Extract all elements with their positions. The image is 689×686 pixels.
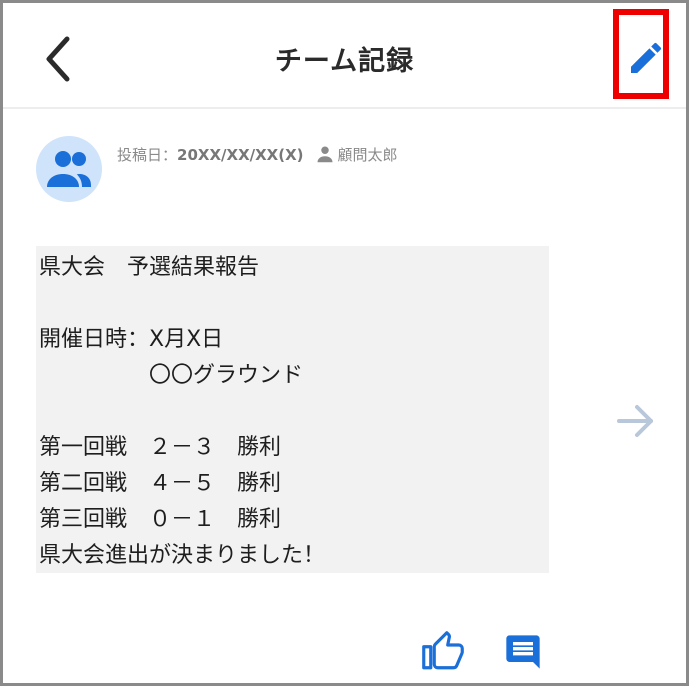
person-icon — [316, 145, 334, 167]
post-body: 県大会 予選結果報告 開催日時：X月X日 〇〇グラウンド 第一回戦 ２－３ 勝利… — [39, 255, 326, 568]
edit-button[interactable] — [613, 9, 669, 99]
post-author: 顧問太郎 — [337, 146, 398, 164]
arrow-right-icon — [617, 405, 653, 437]
header-bar: チーム記録 — [3, 3, 686, 109]
comment-button[interactable] — [503, 631, 543, 673]
comment-icon — [506, 635, 540, 669]
thumbs-up-icon — [422, 631, 464, 670]
post-meta: 投稿日：20XX/XX/XX(X) 顧問太郎 — [117, 144, 398, 167]
date-label: 投稿日： — [117, 146, 178, 164]
like-button[interactable] — [421, 631, 465, 673]
page-title: チーム記録 — [274, 46, 415, 77]
pencil-icon — [631, 42, 662, 73]
post-content: 県大会 予選結果報告 開催日時：X月X日 〇〇グラウンド 第一回戦 ２－３ 勝利… — [36, 246, 549, 573]
post-date: 20XX/XX/XX(X) — [177, 146, 304, 164]
avatar — [36, 136, 102, 202]
group-icon — [47, 151, 91, 187]
next-button[interactable] — [613, 399, 659, 443]
app-frame: チーム記録 投稿日：20XX/XX/XX(X) 顧問太郎 県大会 予選結果報告 開… — [0, 0, 689, 686]
